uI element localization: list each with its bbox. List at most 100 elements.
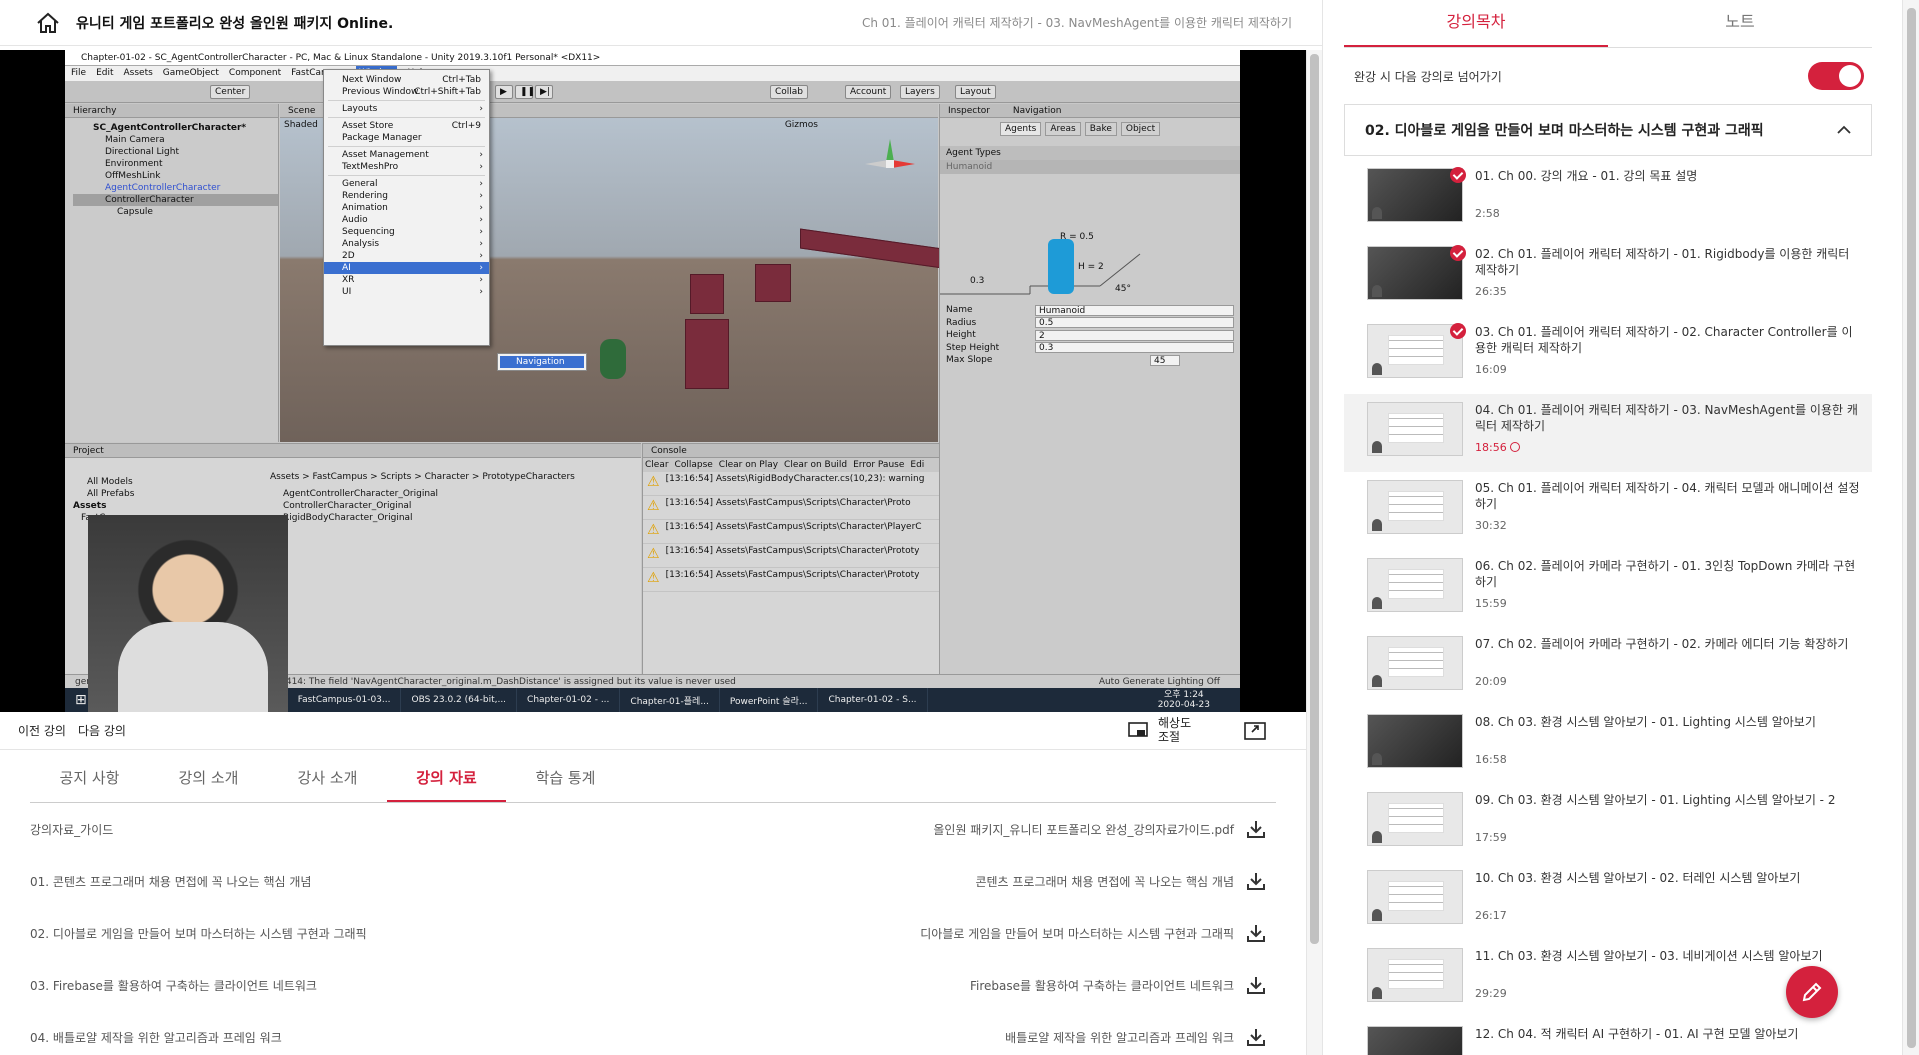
lesson-info: 05. Ch 01. 플레이어 캐릭터 제작하기 - 04. 캐릭터 모델과 애…: [1475, 480, 1860, 550]
next-lecture-button[interactable]: 다음 강의: [78, 722, 126, 739]
slope-diagram-label: 45°: [1115, 284, 1131, 294]
agent-field-value: Humanoid: [1035, 304, 1234, 316]
lesson-item[interactable]: 12. Ch 04. 적 캐릭터 AI 구현하기 - 01. AI 구현 모델 …: [1344, 1018, 1872, 1055]
tab-1[interactable]: 공지 사항: [30, 754, 149, 802]
console-log-row: ⚠ [13:16:54] Assets\FastCampus\Scripts\Ch…: [643, 568, 939, 592]
inspector-tab: Inspector: [948, 106, 990, 116]
tab-4[interactable]: 강의 자료: [387, 754, 506, 802]
download-icon[interactable]: [1246, 923, 1266, 943]
section-header[interactable]: 02. 디아블로 게임을 만들어 보며 마스터하는 시스템 구현과 그래픽: [1344, 104, 1872, 156]
thumbnail-slide: [1388, 413, 1444, 443]
thumbnail-slide: [1388, 803, 1444, 833]
window-menu-item: Audio ›: [324, 214, 489, 226]
lesson-info: 12. Ch 04. 적 캐릭터 AI 구현하기 - 01. AI 구현 모델 …: [1475, 1026, 1860, 1055]
agent-type-item: Humanoid: [940, 160, 1240, 174]
lesson-title: 02. Ch 01. 플레이어 캐릭터 제작하기 - 01. Rigidbody…: [1475, 247, 1850, 277]
hierarchy-item: Main Camera: [105, 135, 165, 145]
lesson-item[interactable]: 10. Ch 03. 환경 시스템 알아보기 - 02. 터레인 시스템 알아보…: [1344, 862, 1872, 940]
window-menu-item-label: Animation: [342, 203, 388, 213]
note-fab-button[interactable]: [1786, 966, 1838, 1018]
agent-field-value: 0.5: [1035, 317, 1234, 329]
taskbar-item: OBS 23.0.2 (64-bit,...: [401, 688, 518, 712]
lesson-thumbnail: [1367, 245, 1466, 300]
material-download[interactable]: 디아블로 게임을 만들어 보며 마스터하는 시스템 구현과 그래픽: [920, 923, 1276, 943]
material-name: 강의자료_가이드: [30, 822, 114, 837]
lesson-thumbnail: [1367, 792, 1463, 846]
thumbnail-person: [1372, 675, 1382, 687]
tab-curriculum[interactable]: 강의목차: [1344, 0, 1608, 47]
tab-5[interactable]: 학습 통계: [506, 754, 625, 802]
completed-check-icon: [1450, 167, 1466, 183]
lesson-item[interactable]: 09. Ch 03. 환경 시스템 알아보기 - 01. Lighting 시스…: [1344, 784, 1872, 862]
console-log-row: ⚠ [13:16:54] Assets\FastCampus\Scripts\Ch…: [643, 496, 939, 520]
console-log-text: [13:16:54] Assets\RigidBodyCharacter.cs(…: [665, 474, 925, 484]
lesson-item[interactable]: 02. Ch 01. 플레이어 캐릭터 제작하기 - 01. Rigidbody…: [1344, 238, 1872, 316]
lesson-item[interactable]: 01. Ch 00. 강의 개요 - 01. 강의 목표 설명 2:58: [1344, 160, 1872, 238]
lesson-thumbnail: [1367, 870, 1463, 924]
lesson-item[interactable]: 04. Ch 01. 플레이어 캐릭터 제작하기 - 03. NavMeshAg…: [1344, 394, 1872, 472]
lesson-item[interactable]: 08. Ch 03. 환경 시스템 알아보기 - 01. Lighting 시스…: [1344, 706, 1872, 784]
window-menu-item-label: Sequencing: [342, 227, 395, 237]
window-menu-item: Previous Window Ctrl+Shift+Tab: [324, 86, 489, 98]
window-menu-item: General ›: [324, 178, 489, 190]
content-tabs: 공지 사항 강의 소개 강사 소개 강의 자료 학습 통계: [30, 754, 1276, 803]
home-icon[interactable]: [36, 12, 60, 34]
thumbnail-slide: [1388, 881, 1444, 911]
chevron-right-icon: ›: [479, 251, 483, 261]
material-download[interactable]: 올인원 패키지_유니티 포트폴리오 완성_강의자료가이드.pdf: [933, 819, 1276, 839]
autoplay-toggle[interactable]: [1808, 62, 1864, 90]
hierarchy-item: Environment: [105, 159, 163, 169]
window-menu-shortcut: Ctrl+Shift+Tab: [414, 87, 481, 97]
top-header: 유니티 게임 포트폴리오 완성 올인원 패키지 Online. Ch 01. 플…: [0, 0, 1322, 46]
main-scroll-thumb[interactable]: [1310, 54, 1319, 944]
lesson-item[interactable]: 05. Ch 01. 플레이어 캐릭터 제작하기 - 04. 캐릭터 모델과 애…: [1344, 472, 1872, 550]
download-icon[interactable]: [1246, 1027, 1266, 1047]
lesson-thumbnail: [1367, 558, 1463, 612]
lesson-info: 03. Ch 01. 플레이어 캐릭터 제작하기 - 02. Character…: [1475, 324, 1860, 394]
video-player[interactable]: Chapter-01-02 - SC_AgentControllerCharac…: [0, 50, 1306, 712]
window-menu-item: Animation ›: [324, 202, 489, 214]
agent-field-row: Radius 0.5: [940, 317, 1240, 330]
console-button: Clear on Build: [784, 460, 848, 470]
resolution-button[interactable]: 해상도 조절: [1128, 716, 1191, 744]
download-icon[interactable]: [1246, 975, 1266, 995]
window-menu-item-label: AI: [342, 263, 351, 273]
navigation-panel: Inspector Navigation Agents Areas Bake Obje…: [939, 104, 1240, 674]
stairs: [800, 228, 950, 270]
tab-notes[interactable]: 노트: [1608, 0, 1872, 47]
lesson-info: 04. Ch 01. 플레이어 캐릭터 제작하기 - 03. NavMeshAg…: [1475, 402, 1860, 472]
tab-2[interactable]: 강의 소개: [149, 754, 268, 802]
window-menu-item: Analysis ›: [324, 238, 489, 250]
console-log-text: [13:16:54] Assets\FastCampus\Scripts\Cha…: [665, 570, 920, 580]
download-icon[interactable]: [1246, 819, 1266, 839]
lesson-item[interactable]: 07. Ch 02. 플레이어 카메라 구현하기 - 02. 카메라 에디터 기…: [1344, 628, 1872, 706]
prev-lecture-button[interactable]: 이전 강의: [18, 722, 66, 739]
console-button: Edi: [910, 460, 925, 470]
material-download[interactable]: 콘텐츠 프로그래머 채용 면접에 꼭 나오는 핵심 개념: [975, 871, 1276, 891]
console-log-text: [13:16:54] Assets\FastCampus\Scripts\Cha…: [665, 546, 920, 556]
main-scrollbar[interactable]: [1306, 50, 1322, 1055]
warning-icon: ⚠: [647, 522, 660, 538]
material-file-name: 올인원 패키지_유니티 포트폴리오 완성_강의자료가이드.pdf: [933, 822, 1234, 837]
fullscreen-icon[interactable]: [1244, 722, 1266, 740]
chevron-right-icon: ›: [479, 191, 483, 201]
resolution-icon: [1128, 722, 1148, 737]
curriculum-sidebar: 강의목차 노트 완강 시 다음 강의로 넘어가기 02. 디아블로 게임을 만들…: [1322, 0, 1902, 1055]
download-icon[interactable]: [1246, 871, 1266, 891]
lesson-duration-text: 15:59: [1475, 597, 1507, 610]
thumbnail-person: [1372, 363, 1382, 375]
material-download[interactable]: 배틀로얄 제작을 위한 알고리즘과 프레임 워크: [1005, 1027, 1276, 1047]
sidebar-scrollbar[interactable]: [1902, 0, 1919, 1055]
thumbnail-slide: [1388, 959, 1444, 989]
console-header: Console: [643, 444, 939, 458]
material-download[interactable]: Firebase를 활용하여 구축하는 클라이언트 네트워크: [970, 975, 1276, 995]
lesson-item[interactable]: 03. Ch 01. 플레이어 캐릭터 제작하기 - 02. Character…: [1344, 316, 1872, 394]
tab-3[interactable]: 강사 소개: [268, 754, 387, 802]
taskbar-item: Chapter-01-02 - S...: [818, 688, 928, 712]
agent-field-label: Max Slope: [946, 355, 993, 366]
lesson-title: 01. Ch 00. 강의 개요 - 01. 강의 목표 설명: [1475, 169, 1698, 183]
sidebar-scroll-thumb[interactable]: [1907, 8, 1916, 1048]
taskbar-item: FastCampus-01-03...: [288, 688, 402, 712]
agent-types-label: Agent Types: [940, 146, 1240, 160]
lesson-item[interactable]: 06. Ch 02. 플레이어 카메라 구현하기 - 01. 3인칭 TopDo…: [1344, 550, 1872, 628]
